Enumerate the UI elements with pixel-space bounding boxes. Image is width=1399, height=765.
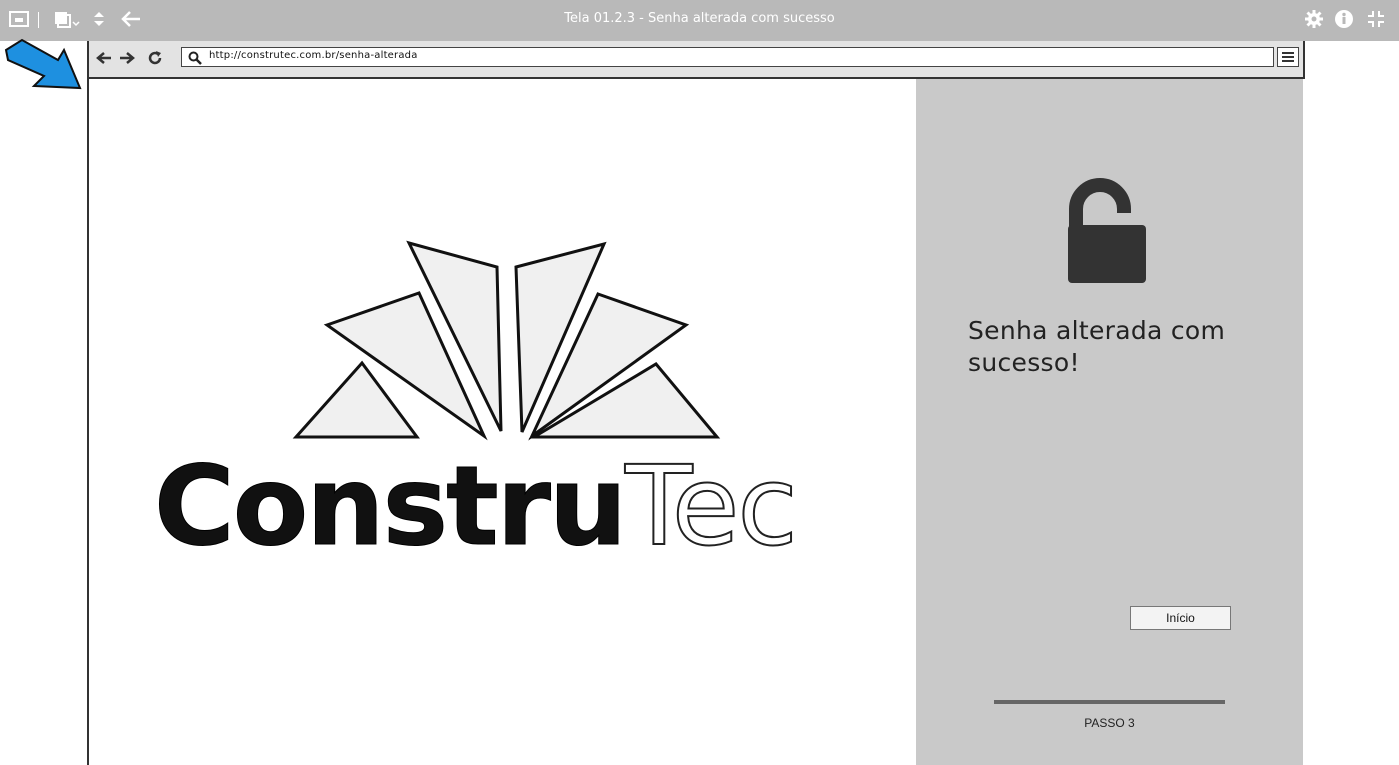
hamburger-icon — [1282, 52, 1294, 62]
pages-icon[interactable] — [52, 0, 82, 38]
annotation-arrow-icon — [4, 36, 84, 96]
search-icon — [188, 50, 202, 69]
logo-rays-icon — [292, 240, 721, 441]
progress-bar — [994, 700, 1225, 704]
browser-navbar: http://construtec.com.br/senha-alterada — [88, 41, 1304, 79]
canvas-margin — [1305, 41, 1399, 765]
gear-icon[interactable] — [1303, 0, 1325, 38]
address-bar[interactable]: http://construtec.com.br/senha-alterada — [181, 47, 1274, 67]
success-panel: Senha alterada com sucesso! Início PASSO… — [916, 79, 1303, 765]
success-message: Senha alterada com sucesso! — [968, 316, 1226, 377]
window-title: Tela 01.2.3 - Senha alterada com sucesso — [564, 11, 835, 26]
browser-frame-right — [1303, 41, 1305, 79]
logo-word-dark: Constru — [153, 442, 627, 570]
browser-menu-button[interactable] — [1277, 47, 1299, 67]
page-content: ConstruTec Senha alterada com sucesso! I… — [89, 79, 1303, 765]
url-text: http://construtec.com.br/senha-alterada — [209, 50, 418, 61]
logo-word-light: Tec — [624, 442, 799, 570]
collapse-icon[interactable] — [1363, 0, 1389, 38]
toolbar-divider — [38, 12, 39, 28]
step-label: PASSO 3 — [1084, 716, 1135, 730]
browser-refresh-icon[interactable] — [145, 47, 165, 69]
info-icon[interactable] — [1333, 0, 1355, 38]
app-title-bar: Tela 01.2.3 - Senha alterada com sucesso — [0, 0, 1399, 41]
window-icon[interactable] — [8, 0, 30, 38]
back-arrow-icon[interactable] — [118, 0, 144, 38]
logo-wordmark: ConstruTec — [153, 450, 798, 562]
construtec-logo: ConstruTec — [89, 79, 916, 765]
browser-forward-icon[interactable] — [117, 47, 137, 69]
unlocked-padlock-icon — [1066, 175, 1146, 289]
browser-back-icon[interactable] — [94, 47, 114, 69]
up-down-arrows-icon[interactable] — [90, 0, 108, 38]
home-button[interactable]: Início — [1130, 606, 1231, 630]
